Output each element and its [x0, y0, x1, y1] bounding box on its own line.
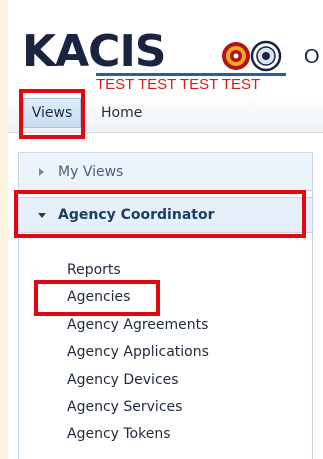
menu-item-agency-agreements[interactable]: Agency Agreements	[67, 312, 209, 339]
header-title-fragment: O	[304, 46, 320, 68]
menu-item-agency-tokens[interactable]: Agency Tokens	[67, 421, 209, 448]
views-tab[interactable]: Views	[23, 98, 81, 128]
home-tab[interactable]: Home	[101, 98, 142, 128]
chevron-down-icon	[38, 212, 46, 218]
menu-item-agencies[interactable]: Agencies	[67, 284, 209, 311]
chevron-right-icon	[39, 167, 44, 176]
section-agency-coordinator[interactable]: Agency Coordinator	[19, 197, 312, 233]
sidebar: My Views Agency Coordinator Reports Agen…	[18, 152, 313, 459]
menu-item-agency-applications[interactable]: Agency Applications	[67, 339, 209, 366]
fire-badge-icon	[222, 42, 250, 70]
test-environment-banner: TEST TEST TEST TEST	[96, 73, 286, 92]
seal-badge-icon	[250, 40, 282, 72]
kacis-logo: KACIS	[22, 26, 166, 77]
section-agency-coordinator-label: Agency Coordinator	[58, 207, 215, 223]
logo-badges	[222, 40, 282, 72]
top-nav-bar: Views Home	[8, 94, 323, 133]
agency-coordinator-menu: Reports Agencies Agency Agreements Agenc…	[67, 257, 209, 449]
menu-item-agency-services[interactable]: Agency Services	[67, 394, 209, 421]
menu-item-agency-devices[interactable]: Agency Devices	[67, 367, 209, 394]
section-my-views-label: My Views	[58, 163, 124, 180]
section-my-views[interactable]: My Views	[19, 153, 312, 191]
menu-item-reports[interactable]: Reports	[67, 257, 209, 284]
header: KACIS TEST TEST TEST TEST O	[8, 0, 323, 93]
app-panel: KACIS TEST TEST TEST TEST O Views Home M…	[8, 0, 323, 459]
